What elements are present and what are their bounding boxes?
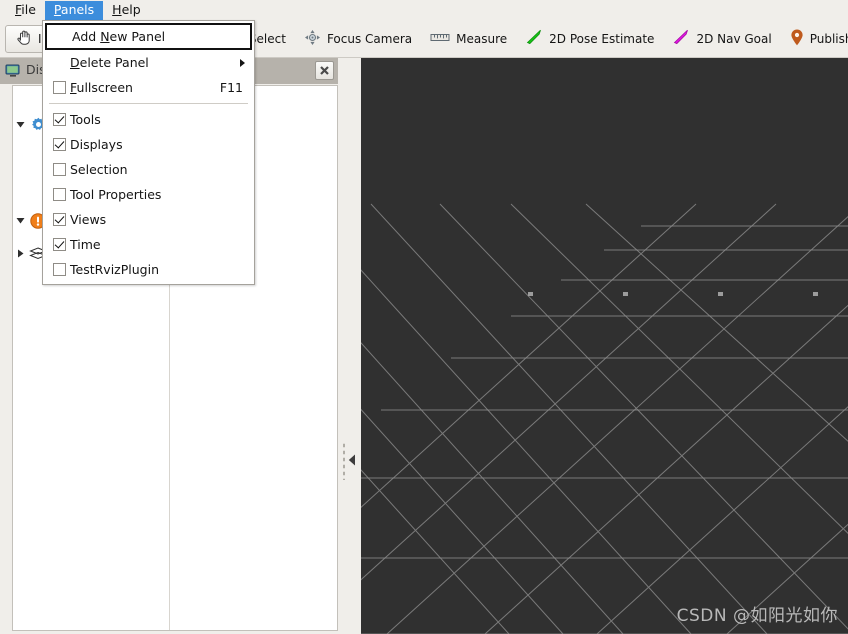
tool-button-focus-camera-label: Focus Camera (326, 31, 413, 46)
menu-item-selection[interactable]: Selection (43, 157, 254, 182)
menu-item-checkbox-wrap[interactable] (48, 113, 70, 126)
tool-button-2d-nav-goal[interactable]: 2D Nav Goal (663, 25, 780, 53)
menu-item-checkbox-wrap[interactable] (48, 263, 70, 276)
rviz-main-window: File Panels Help Interact Move Camera (0, 0, 848, 634)
grid-display (361, 203, 848, 634)
menu-help-rest: elp (121, 1, 141, 17)
close-icon[interactable] (315, 61, 334, 80)
chevron-right-icon (240, 58, 245, 67)
menu-item-testrvizplugin[interactable]: TestRvizPlugin (43, 257, 254, 282)
menu-item-views-label: Views (70, 212, 107, 227)
menu-item-tool-properties-label: Tool Properties (70, 187, 162, 202)
menu-item-tools-label: Tools (70, 112, 101, 127)
menu-item-delete-panel-label: Delete Panel (70, 55, 149, 70)
menu-item-add-new-panel-label: Add New Panel (72, 29, 166, 44)
menu-file[interactable]: File (6, 1, 45, 20)
menu-item-testrvizplugin-label: TestRvizPlugin (70, 262, 159, 277)
splitter-grip[interactable] (342, 442, 346, 480)
tree-expander-icon[interactable] (13, 120, 27, 129)
checkbox-time[interactable] (52, 238, 66, 251)
menu-item-checkbox-wrap[interactable] (48, 188, 70, 201)
checkbox-views[interactable] (52, 213, 66, 226)
menu-item-tools[interactable]: Tools (43, 107, 254, 132)
map-pin-icon (790, 29, 804, 49)
menu-item-time[interactable]: Time (43, 232, 254, 257)
menu-item-displays[interactable]: Displays (43, 132, 254, 157)
checkbox-tools[interactable] (52, 113, 66, 126)
menu-item-selection-label: Selection (70, 162, 128, 177)
watermark-text: CSDN @如阳光如你 (676, 606, 838, 626)
checkbox-testrvizplugin[interactable] (52, 263, 66, 276)
ruler-icon (430, 30, 450, 47)
menu-panels-mnemonic: P (53, 1, 61, 17)
checkbox-selection[interactable] (52, 163, 66, 176)
focus-camera-icon (304, 29, 321, 49)
menu-item-add-new-panel[interactable]: Add New Panel (45, 23, 252, 50)
menu-item-checkbox-wrap[interactable] (48, 238, 70, 251)
dock-splitter[interactable] (340, 58, 360, 634)
hand-cursor-icon (15, 29, 32, 49)
menu-item-displays-label: Displays (70, 137, 123, 152)
magenta-arrow-icon (672, 29, 690, 48)
tree-expander-icon[interactable] (13, 216, 27, 225)
menu-item-checkbox-wrap[interactable] (48, 138, 70, 151)
menu-item-fullscreen[interactable]: Fullscreen F11 (43, 75, 254, 100)
checkbox-displays[interactable] (52, 138, 66, 151)
tool-button-publish-point[interactable]: Publish Point (781, 25, 848, 53)
menu-item-checkbox-wrap[interactable] (48, 163, 70, 176)
menu-item-fullscreen-label: Fullscreen (70, 80, 133, 95)
tool-button-2d-pose-estimate-label: 2D Pose Estimate (549, 31, 655, 46)
menu-item-checkbox-wrap[interactable] (48, 81, 70, 94)
menu-item-checkbox-wrap[interactable] (48, 213, 70, 226)
tool-button-measure[interactable]: Measure (421, 25, 516, 53)
menu-item-time-label: Time (70, 237, 101, 252)
render-viewport-3d[interactable]: CSDN @如阳光如你 (361, 58, 848, 634)
menu-separator (49, 103, 248, 104)
tool-button-focus-camera[interactable]: Focus Camera (295, 25, 421, 53)
menu-item-fullscreen-shortcut: F11 (219, 80, 243, 95)
green-arrow-icon (525, 29, 543, 48)
monitor-icon (5, 63, 21, 82)
collapse-left-arrow-icon[interactable] (348, 454, 356, 469)
tool-button-2d-pose-estimate[interactable]: 2D Pose Estimate (516, 25, 663, 53)
menu-item-tool-properties[interactable]: Tool Properties (43, 182, 254, 207)
tool-button-publish-point-label: Publish Point (809, 31, 848, 46)
menu-help[interactable]: Help (103, 1, 150, 20)
menu-panels[interactable]: Panels (44, 0, 104, 20)
checkbox-tool-properties[interactable] (52, 188, 66, 201)
menu-item-delete-panel[interactable]: Delete Panel (43, 50, 254, 75)
menu-bar: File Panels Help (0, 0, 848, 20)
menu-file-rest: ile (21, 1, 36, 17)
menu-item-views[interactable]: Views (43, 207, 254, 232)
tool-button-measure-label: Measure (456, 31, 508, 46)
menu-panels-rest: anels (60, 1, 95, 17)
checkbox-fullscreen[interactable] (52, 81, 66, 94)
menu-help-mnemonic: H (112, 1, 122, 17)
tree-expander-collapsed-icon[interactable] (13, 249, 27, 258)
tool-button-2d-nav-goal-label: 2D Nav Goal (696, 31, 772, 46)
panels-dropdown-menu[interactable]: Add New Panel Delete Panel Fullscreen F1… (42, 20, 255, 285)
